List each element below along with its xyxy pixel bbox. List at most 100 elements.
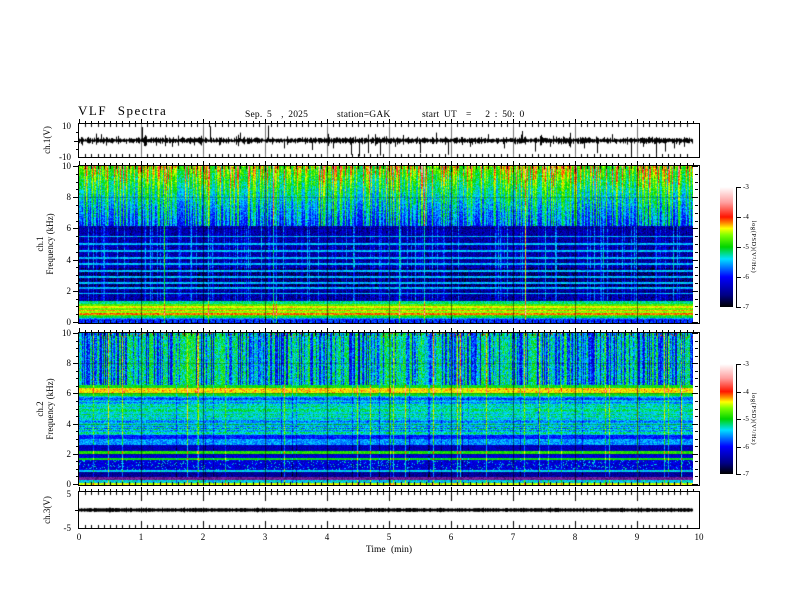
axis-tick	[346, 489, 347, 491]
axis-tick	[420, 121, 421, 123]
axis-tick	[457, 121, 458, 123]
axis-tick	[476, 163, 477, 165]
axis-tick	[172, 121, 173, 123]
axis-tick	[234, 489, 235, 491]
axis-tick	[79, 328, 80, 332]
axis-tick	[203, 487, 204, 491]
axis-tick	[358, 121, 359, 123]
axis-tick	[695, 314, 698, 315]
axis-tick	[370, 121, 371, 123]
axis-tick	[439, 489, 440, 491]
axis-tick	[339, 330, 340, 332]
axis-tick	[76, 182, 79, 183]
axis-tick	[563, 330, 564, 332]
axis-tick	[364, 330, 365, 332]
axis-tick	[271, 121, 272, 123]
axis-tick	[321, 121, 322, 123]
axis-tick	[695, 299, 698, 300]
axis-tick	[488, 330, 489, 332]
axis-tick	[122, 489, 123, 491]
axis-tick	[110, 330, 111, 332]
axis-tick	[222, 163, 223, 165]
axis-tick	[352, 330, 353, 332]
axis-tick	[284, 330, 285, 332]
axis-tick	[680, 163, 681, 165]
axis-tick	[327, 487, 328, 491]
axis-tick	[76, 356, 79, 357]
axis-tick	[172, 330, 173, 332]
axis-tick	[637, 119, 638, 123]
axis-tick	[445, 489, 446, 491]
axis-tick	[544, 330, 545, 332]
axis-tick	[383, 330, 384, 332]
axis-tick	[668, 121, 669, 123]
colorbar-tick-label: -6	[743, 443, 749, 451]
axis-tick	[674, 163, 675, 165]
axis-tick	[662, 489, 663, 491]
axis-tick	[73, 166, 79, 167]
axis-tick	[695, 401, 698, 402]
axis-tick	[569, 163, 570, 165]
axis-tick	[308, 163, 309, 165]
axis-tick	[625, 163, 626, 165]
axis-tick	[525, 163, 526, 165]
axis-tick	[228, 163, 229, 165]
axis-tick	[166, 163, 167, 165]
axis-tick	[76, 205, 79, 206]
axis-tick	[358, 163, 359, 165]
axis-tick	[532, 121, 533, 123]
axis-tick	[649, 330, 650, 332]
axis-tick	[76, 306, 79, 307]
axis-tick	[246, 489, 247, 491]
axis-tick	[116, 121, 117, 123]
axis-tick	[445, 163, 446, 165]
axis-tick	[563, 163, 564, 165]
axis-tick	[370, 489, 371, 491]
axis-tick	[625, 121, 626, 123]
axis-tick	[85, 489, 86, 491]
axis-tick	[637, 328, 638, 332]
axis-tick	[358, 489, 359, 491]
axis-tick	[482, 163, 483, 165]
axis-tick	[519, 330, 520, 332]
axis-tick	[556, 330, 557, 332]
axis-tick	[178, 163, 179, 165]
axis-tick	[377, 163, 378, 165]
axis-tick	[153, 330, 154, 332]
axis-tick	[290, 121, 291, 123]
axis-tick	[649, 121, 650, 123]
axis-tick	[692, 454, 698, 455]
y-axis-label-ch1-frequency-line2: Frequency (kHz)	[45, 213, 55, 275]
axis-tick	[370, 163, 371, 165]
axis-tick	[135, 121, 136, 123]
axis-tick	[290, 489, 291, 491]
colorbar-tick	[736, 187, 741, 188]
axis-tick	[656, 330, 657, 332]
axis-tick	[73, 333, 79, 334]
colorbar-tick-label: -3	[743, 360, 749, 368]
axis-tick	[246, 121, 247, 123]
axis-tick	[129, 330, 130, 332]
axis-tick	[643, 121, 644, 123]
axis-tick	[284, 489, 285, 491]
panel-ch1-waveform	[78, 123, 700, 158]
axis-tick	[457, 330, 458, 332]
axis-tick	[191, 489, 192, 491]
axis-tick	[364, 163, 365, 165]
axis-tick	[364, 121, 365, 123]
axis-tick	[631, 121, 632, 123]
colorbar-tick-label: -3	[743, 183, 749, 191]
axis-tick	[197, 489, 198, 491]
axis-tick	[122, 121, 123, 123]
axis-tick	[643, 489, 644, 491]
axis-tick	[253, 163, 254, 165]
axis-tick	[612, 330, 613, 332]
axis-tick	[73, 322, 79, 323]
axis-tick	[191, 163, 192, 165]
axis-tick	[160, 121, 161, 123]
axis-tick	[594, 121, 595, 123]
axis-tick	[401, 163, 402, 165]
axis-tick	[321, 163, 322, 165]
axis-tick	[290, 163, 291, 165]
x-tick-label: 4	[324, 532, 330, 542]
